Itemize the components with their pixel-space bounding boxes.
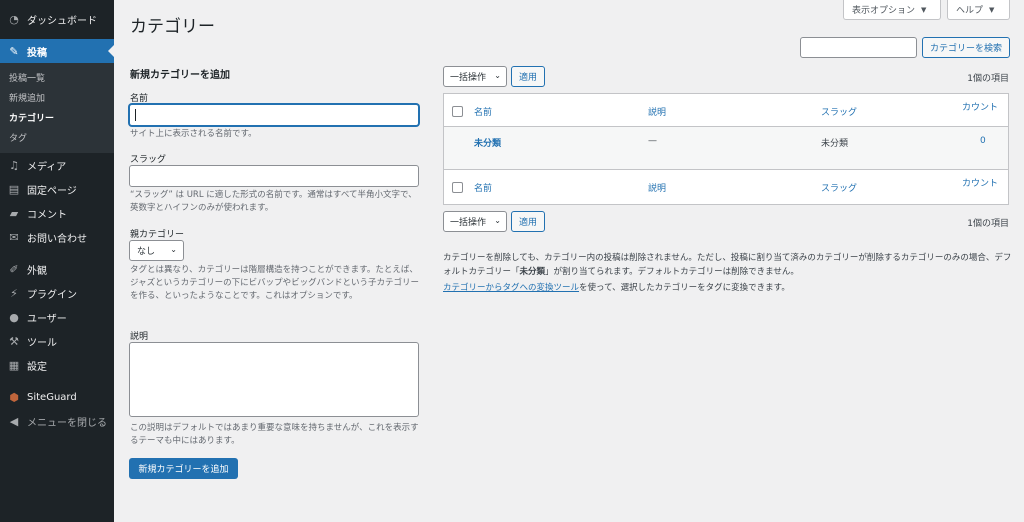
slug-help: “スラッグ” は URL に適した形式の名前です。通常はすべて半角小文字で、英数… <box>130 190 417 213</box>
page-title: カテゴリー <box>130 17 215 37</box>
categories-table: 名前 説明 スラッグ カウント 未分類 — 未分類 0 名前 説明 スラッグ カ… <box>443 93 1009 205</box>
item-count-bottom: 1個の項目 <box>967 219 1009 229</box>
submenu-all-posts[interactable]: 投稿一覧 <box>0 67 114 87</box>
screen-options-button[interactable]: 表示オプション ▼ <box>843 0 941 20</box>
text-caret <box>135 109 136 121</box>
menu-appearance[interactable]: ✐ 外観 <box>0 257 114 281</box>
description-label: 説明 <box>130 332 149 342</box>
add-category-button[interactable]: 新規カテゴリーを追加 <box>129 458 238 479</box>
description-help: この説明はデフォルトではあまり重要な意味を持ちませんが、これを表示するテーマも中… <box>130 423 419 446</box>
collapse-icon: ◀ <box>9 414 19 428</box>
menu-siteguard[interactable]: ⬢ SiteGuard <box>0 385 114 409</box>
menu-comments[interactable]: ▰ コメント <box>0 201 114 225</box>
search-input[interactable] <box>800 37 917 58</box>
parent-category-select[interactable]: なし ⌄ <box>129 240 184 261</box>
chevron-down-icon: ⌄ <box>494 216 501 225</box>
name-help: サイト上に表示される名前です。 <box>130 129 257 139</box>
column-description[interactable]: 説明 <box>648 105 666 118</box>
category-count-link[interactable]: 0 <box>980 136 986 146</box>
menu-dashboard[interactable]: ◔ ダッシュボード <box>0 7 114 31</box>
siteguard-icon: ⬢ <box>9 390 19 404</box>
caret-down-icon: ▼ <box>921 5 927 14</box>
apply-button-bottom[interactable]: 適用 <box>511 211 545 232</box>
posts-submenu: 投稿一覧 新規追加 カテゴリー タグ <box>0 63 114 153</box>
table-header: 名前 説明 スラッグ カウント <box>444 94 1008 127</box>
menu-media[interactable]: ♫ メディア <box>0 153 114 177</box>
chevron-down-icon: ⌄ <box>170 245 177 254</box>
category-description: — <box>648 136 657 146</box>
submenu-add-new[interactable]: 新規追加 <box>0 87 114 107</box>
search-categories-button[interactable]: カテゴリーを検索 <box>922 37 1010 58</box>
mail-icon: ✉ <box>9 230 19 244</box>
media-icon: ♫ <box>9 158 19 172</box>
converter-note: カテゴリーからタグへの変換ツールを使って、選択したカテゴリーをタグに変換できます… <box>443 283 790 293</box>
category-tag-converter-link[interactable]: カテゴリーからタグへの変換ツール <box>443 283 579 293</box>
item-count-top: 1個の項目 <box>967 74 1009 84</box>
column-description-footer[interactable]: 説明 <box>648 181 666 194</box>
apply-button-top[interactable]: 適用 <box>511 66 545 87</box>
slug-input[interactable] <box>129 165 419 187</box>
column-name[interactable]: 名前 <box>474 105 492 118</box>
submenu-categories[interactable]: カテゴリー <box>0 107 114 127</box>
bulk-action-select-top[interactable]: 一括操作 ⌄ <box>443 66 507 87</box>
menu-plugins[interactable]: ⚡ プラグイン <box>0 281 114 305</box>
dashboard-icon: ◔ <box>9 12 19 26</box>
settings-icon: ▦ <box>8 358 20 372</box>
delete-note: カテゴリーを削除しても、カテゴリー内の投稿は削除されません。ただし、投稿に割り当… <box>443 253 1012 277</box>
slug-label: スラッグ <box>130 155 167 165</box>
name-input[interactable] <box>129 104 419 126</box>
column-name-footer[interactable]: 名前 <box>474 181 492 194</box>
name-label: 名前 <box>130 94 149 104</box>
category-name-link[interactable]: 未分類 <box>474 136 501 149</box>
comment-icon: ▰ <box>9 206 19 220</box>
user-icon: ● <box>9 310 19 324</box>
select-all-checkbox-bottom[interactable] <box>452 182 463 193</box>
description-textarea[interactable] <box>129 342 419 417</box>
parent-label: 親カテゴリー <box>130 230 185 240</box>
category-slug: 未分類 <box>821 139 849 149</box>
table-row: 未分類 — 未分類 0 <box>444 127 1008 169</box>
column-slug-footer[interactable]: スラッグ <box>821 181 857 194</box>
menu-contact[interactable]: ✉ お問い合わせ <box>0 225 114 249</box>
page-icon: ▤ <box>8 182 20 196</box>
caret-down-icon: ▼ <box>989 5 995 14</box>
chevron-down-icon: ⌄ <box>494 71 501 80</box>
submenu-tags[interactable]: タグ <box>0 127 114 147</box>
menu-users[interactable]: ● ユーザー <box>0 305 114 329</box>
menu-settings[interactable]: ▦ 設定 <box>0 353 114 377</box>
select-all-checkbox[interactable] <box>452 106 463 117</box>
column-slug[interactable]: スラッグ <box>821 105 857 118</box>
add-category-form: 新規カテゴリーを追加 <box>130 66 420 81</box>
column-count[interactable]: カウント <box>962 100 998 113</box>
form-heading: 新規カテゴリーを追加 <box>130 70 230 81</box>
wrench-icon: ⚒ <box>9 334 19 348</box>
parent-help: タグとは異なり、カテゴリーは階層構造を持つことができます。たとえば、ジャズという… <box>130 265 420 301</box>
column-count-footer[interactable]: カウント <box>962 176 998 189</box>
menu-posts[interactable]: ✎ 投稿 <box>0 39 114 63</box>
help-button[interactable]: ヘルプ ▼ <box>947 0 1010 20</box>
table-footer: 名前 説明 スラッグ カウント <box>444 169 1008 205</box>
menu-tools[interactable]: ⚒ ツール <box>0 329 114 353</box>
pin-icon: ✎ <box>9 44 19 58</box>
bulk-action-select-bottom[interactable]: 一括操作 ⌄ <box>443 211 507 232</box>
plugin-icon: ⚡ <box>10 286 18 300</box>
brush-icon: ✐ <box>9 262 19 276</box>
menu-pages[interactable]: ▤ 固定ページ <box>0 177 114 201</box>
collapse-menu-button[interactable]: ◀ メニューを閉じる <box>0 409 114 433</box>
admin-sidebar: ◔ ダッシュボード ✎ 投稿 投稿一覧 新規追加 カテゴリー タグ ♫ メディア… <box>0 0 114 522</box>
